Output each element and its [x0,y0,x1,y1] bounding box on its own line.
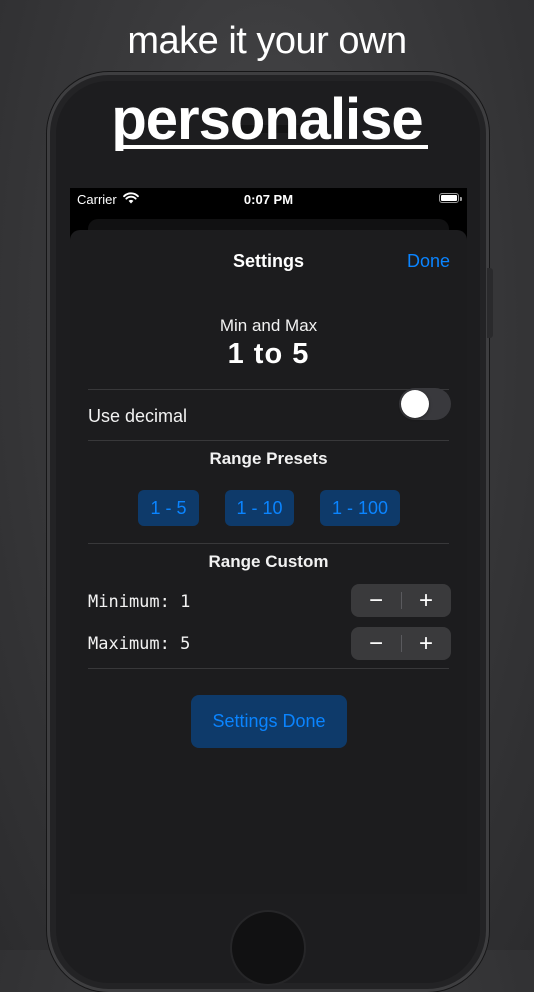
status-bar: Carrier 0:07 PM [70,188,467,210]
maximum-increment-button[interactable]: + [401,627,451,660]
min-max-label: Min and Max [219,316,318,335]
divider [88,543,449,544]
use-decimal-toggle[interactable] [399,388,451,420]
settings-sheet: Settings Done Min and Max 1 to 5 Use dec… [70,230,467,894]
min-max-value: 1 to 5 [227,338,310,370]
divider [88,389,449,390]
minimum-label: Minimum: 1 [88,592,191,612]
phone-side-button [487,268,493,338]
headline: make it your own [127,20,407,62]
maximum-stepper: − + [351,627,451,660]
minimum-increment-button[interactable]: + [401,584,451,617]
nav-done-button[interactable]: Done [407,251,450,272]
maximum-label: Maximum: 5 [88,634,191,654]
settings-done-button[interactable]: Settings Done [191,695,347,748]
toggle-knob [401,390,429,418]
preset-button-1-5[interactable]: 1 - 5 [138,490,199,526]
preset-button-1-10[interactable]: 1 - 10 [225,490,294,526]
title-personalise: personalise [111,87,423,152]
preset-button-1-100[interactable]: 1 - 100 [320,490,400,526]
use-decimal-label: Use decimal [88,406,188,426]
maximum-decrement-button[interactable]: − [351,627,401,660]
minimum-decrement-button[interactable]: − [351,584,401,617]
title-underline [116,145,428,149]
battery-icon [439,193,462,203]
divider [88,668,449,669]
minimum-stepper: − + [351,584,451,617]
phone-screen: Carrier 0:07 PM Settings Done Min and Ma… [70,188,467,894]
phone-home-button [232,912,304,984]
clock: 0:07 PM [243,192,294,207]
divider [88,440,449,441]
range-custom-title: Range Custom [208,552,329,571]
range-presets-title: Range Presets [209,449,328,468]
